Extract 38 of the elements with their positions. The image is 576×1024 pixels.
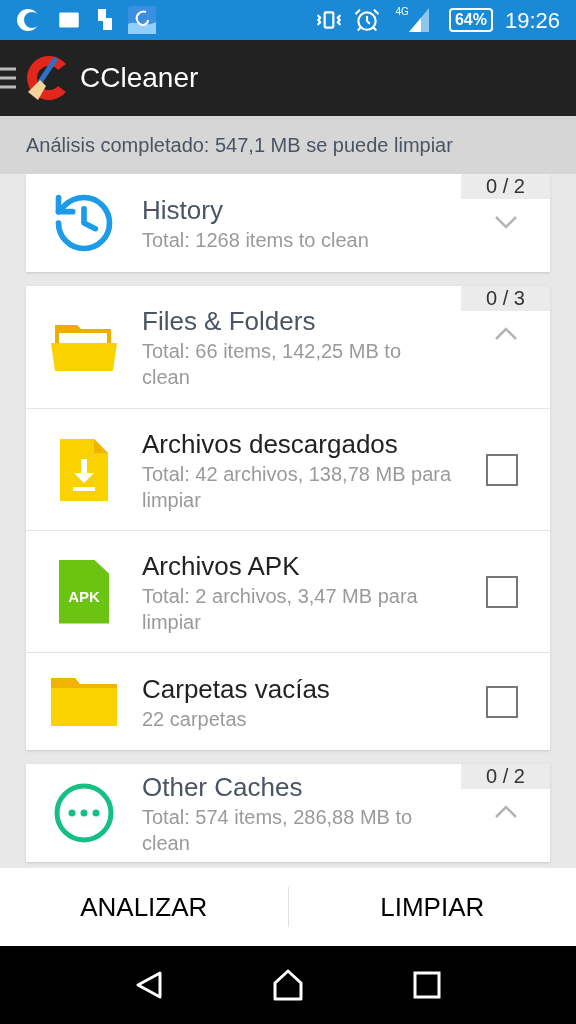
item-title: Carpetas vacías: [142, 672, 331, 706]
summary-banner: Análisis completado: 547,1 MB se puede limpiar: [0, 116, 576, 174]
more-icon: [53, 782, 115, 844]
network-type: 4G: [395, 5, 409, 19]
menu-icon[interactable]: [0, 67, 16, 89]
item-title: Archivos APK: [142, 549, 301, 583]
clock: 19:26: [504, 6, 560, 35]
back-icon[interactable]: [134, 970, 163, 1000]
checkbox[interactable]: [486, 575, 518, 608]
analyze-button[interactable]: ANALIZAR: [0, 868, 288, 946]
download-file-icon: [60, 438, 108, 501]
checkbox[interactable]: [486, 685, 518, 718]
item-summary: 22 carpetas: [142, 706, 248, 732]
alarm-icon: [353, 7, 380, 33]
group-summary: Total: 1268 items to clean: [142, 228, 370, 253]
signal-icon: [408, 8, 429, 32]
battery-level: 64%: [448, 8, 493, 32]
recents-icon[interactable]: [413, 971, 442, 999]
app-title: CCleaner: [80, 61, 199, 95]
folder-icon: [51, 677, 117, 726]
apk-file-icon: APK: [59, 559, 109, 624]
folder-icon: [51, 323, 117, 371]
item-title: Archivos descargados: [142, 427, 399, 461]
group-title: Other Caches: [142, 771, 304, 804]
selection-counter: 0 / 2: [461, 764, 550, 789]
group-title: Files & Folders: [142, 305, 317, 338]
group-summary: Total: 574 items, 286,88 MB to clean: [142, 805, 414, 856]
clean-button[interactable]: LIMPIAR: [288, 868, 576, 946]
group-title: History: [142, 194, 224, 227]
selection-counter: 0 / 3: [461, 286, 550, 311]
app-icon: [128, 6, 156, 34]
group-summary: Total: 66 items, 142,25 MB to clean: [142, 339, 403, 390]
item-summary: Total: 42 archivos, 138,78 MB para limpiar: [142, 461, 453, 513]
checkbox[interactable]: [486, 453, 518, 486]
item-summary: Total: 2 archivos, 3,47 MB para limpiar: [142, 583, 419, 635]
selection-counter: 0 / 2: [461, 174, 550, 199]
moon-icon: [16, 8, 40, 32]
home-icon[interactable]: [272, 969, 304, 1001]
